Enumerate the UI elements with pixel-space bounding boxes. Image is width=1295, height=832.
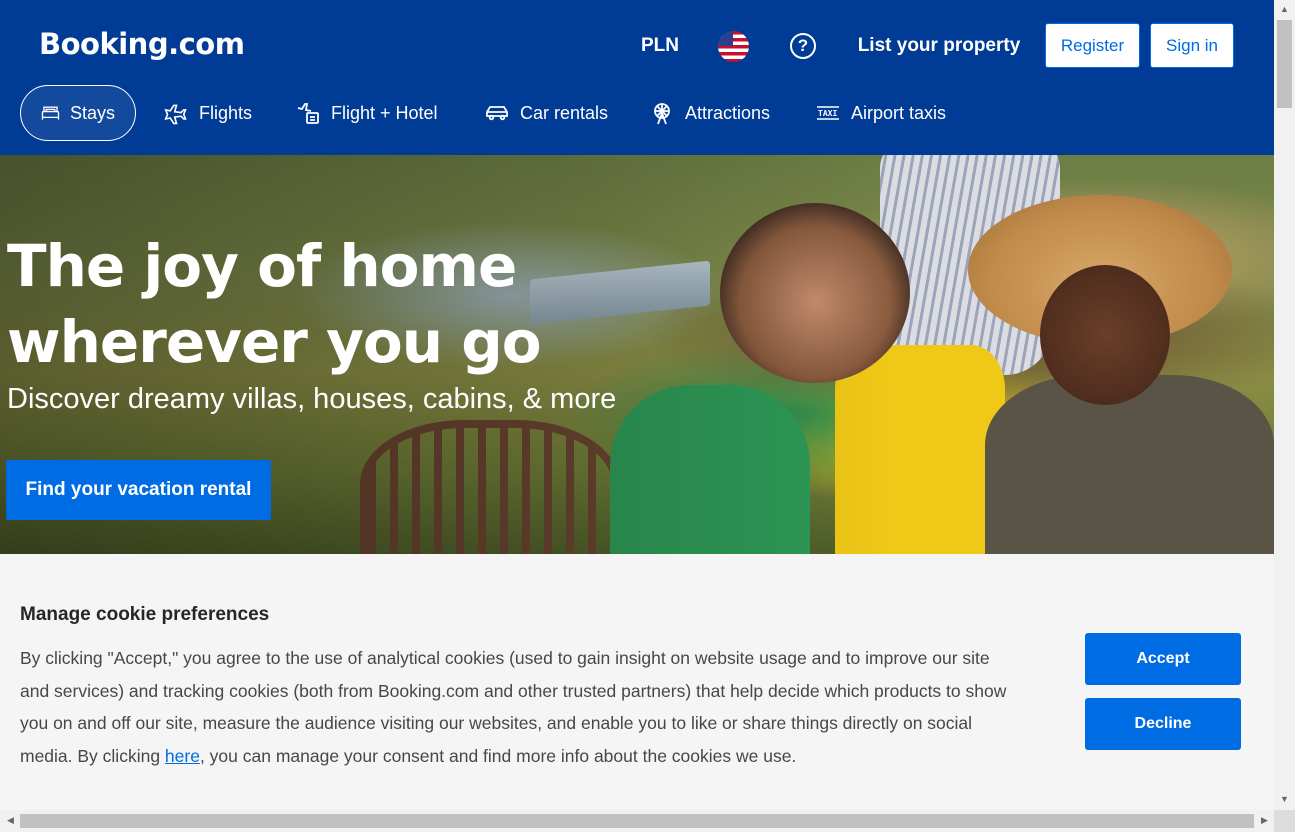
flight-hotel-icon xyxy=(297,103,319,124)
cookie-banner: Manage cookie preferences By clicking "A… xyxy=(0,554,1274,810)
bed-icon xyxy=(41,106,60,120)
car-icon xyxy=(486,106,508,121)
cookie-title: Manage cookie preferences xyxy=(20,604,270,625)
find-vacation-rental-button[interactable]: Find your vacation rental xyxy=(6,460,271,520)
booking-logo[interactable]: Booking.com xyxy=(39,27,245,61)
product-nav: Stays Flights Flight + Hotel Car rentals… xyxy=(0,85,1274,141)
hero-banner: The joy of home wherever you go Discover… xyxy=(0,155,1274,554)
nav-item-car-rentals[interactable]: Car rentals xyxy=(463,85,629,141)
nav-label: Airport taxis xyxy=(851,102,947,123)
cookie-description: By clicking "Accept," you agree to the u… xyxy=(20,648,1007,766)
airplane-icon xyxy=(164,104,187,125)
site-header: Booking.com PLN ? List your property Reg… xyxy=(0,0,1274,155)
sign-in-button[interactable]: Sign in xyxy=(1150,23,1234,68)
scroll-down-icon[interactable]: ▼ xyxy=(1274,794,1295,804)
nav-label: Car rentals xyxy=(520,102,609,123)
register-button[interactable]: Register xyxy=(1045,23,1140,68)
nav-item-stays[interactable]: Stays xyxy=(20,85,136,141)
currency-selector[interactable]: PLN xyxy=(632,24,688,68)
ferris-wheel-icon xyxy=(654,103,670,125)
language-selector[interactable] xyxy=(710,24,756,68)
us-flag-icon xyxy=(717,30,749,62)
nav-item-attractions[interactable]: Attractions xyxy=(628,85,791,141)
nav-label: Attractions xyxy=(685,102,771,123)
hero-subtitle: Discover dreamy villas, houses, cabins, … xyxy=(7,383,617,415)
taxi-icon: TAXI xyxy=(817,106,839,120)
accept-button[interactable]: Accept xyxy=(1085,633,1241,685)
scroll-up-icon[interactable]: ▲ xyxy=(1274,4,1295,14)
question-mark-icon: ? xyxy=(790,33,816,59)
horizontal-scrollbar[interactable]: ◀ ▶ xyxy=(0,810,1274,832)
nav-label: Stays xyxy=(69,102,115,123)
cookie-manage-link[interactable]: here xyxy=(165,746,200,766)
nav-label: Flights xyxy=(199,102,253,123)
nav-item-flights[interactable]: Flights xyxy=(142,85,273,141)
list-your-property-link[interactable]: List your property xyxy=(848,24,1030,68)
svg-text:TAXI: TAXI xyxy=(818,109,837,118)
scroll-left-icon[interactable]: ◀ xyxy=(0,815,21,826)
help-button[interactable]: ? xyxy=(780,24,826,68)
nav-item-flight-hotel[interactable]: Flight + Hotel xyxy=(274,85,459,141)
nav-label: Flight + Hotel xyxy=(331,102,438,123)
vertical-scroll-thumb[interactable] xyxy=(1277,20,1292,108)
nav-item-airport-taxis[interactable]: TAXI Airport taxis xyxy=(794,85,967,141)
decline-button[interactable]: Decline xyxy=(1085,698,1241,750)
vertical-scrollbar[interactable]: ▲ ▼ xyxy=(1274,0,1295,810)
scroll-right-icon[interactable]: ▶ xyxy=(1254,815,1275,826)
hero-title: The joy of home wherever you go xyxy=(7,232,542,376)
horizontal-scroll-thumb[interactable] xyxy=(20,814,1254,828)
